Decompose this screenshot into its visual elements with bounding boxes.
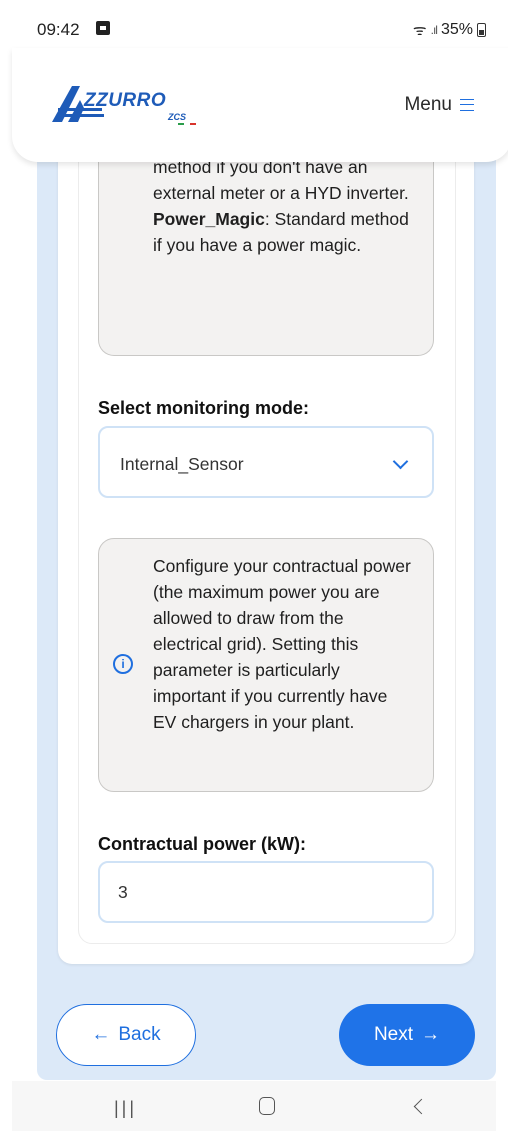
svg-text:ZCS: ZCS bbox=[167, 112, 186, 122]
home-icon[interactable] bbox=[259, 1097, 275, 1115]
battery-percent: 35% bbox=[440, 21, 473, 38]
app-header: ZZURRO ZCS Menu bbox=[12, 48, 508, 162]
azzurro-logo[interactable]: ZZURRO ZCS bbox=[50, 78, 210, 128]
status-time: 09:42 bbox=[37, 20, 80, 39]
status-indicators: ᯤ .ıl 35% bbox=[413, 20, 486, 40]
system-back-icon[interactable] bbox=[413, 1098, 430, 1115]
contractual-power-input[interactable] bbox=[98, 861, 434, 923]
gallery-icon bbox=[96, 21, 110, 35]
contractual-power-info-box: i Configure your contractual power (the … bbox=[98, 538, 434, 792]
signal-icon: .ıl bbox=[430, 23, 438, 37]
status-bar: 09:42 ᯤ .ıl 35% bbox=[12, 8, 496, 48]
monitoring-info-text: method if you don't have an external met… bbox=[153, 154, 415, 258]
monitoring-mode-select[interactable]: Internal_Sensor bbox=[98, 426, 434, 498]
power-magic-option-name: Power_Magic bbox=[153, 209, 265, 229]
wifi-icon: ᯤ bbox=[412, 22, 427, 39]
back-button[interactable]: ← Back bbox=[56, 1004, 196, 1066]
next-button[interactable]: Next → bbox=[339, 1004, 475, 1066]
menu-label: Menu bbox=[404, 94, 452, 115]
system-nav-bar: ||| bbox=[12, 1081, 496, 1131]
next-button-label: Next bbox=[373, 1024, 414, 1045]
info-icon: i bbox=[113, 654, 133, 674]
monitoring-info-line1: method if you don't have an external met… bbox=[153, 157, 409, 203]
battery-icon bbox=[477, 23, 486, 37]
arrow-right-icon: → bbox=[421, 1024, 441, 1045]
chevron-down-icon bbox=[392, 453, 409, 470]
contractual-power-info-text: Configure your contractual power (the ma… bbox=[153, 556, 411, 732]
arrow-left-icon: ← bbox=[91, 1024, 111, 1045]
hamburger-icon bbox=[460, 99, 474, 111]
recents-icon[interactable]: ||| bbox=[114, 1098, 137, 1119]
contractual-power-label: Contractual power (kW): bbox=[98, 834, 307, 854]
back-button-label: Back bbox=[118, 1024, 161, 1045]
monitoring-mode-label: Select monitoring mode: bbox=[98, 398, 310, 418]
svg-text:ZZURRO: ZZURRO bbox=[83, 90, 166, 111]
monitoring-mode-value: Internal_Sensor bbox=[120, 454, 244, 474]
menu-button[interactable]: Menu bbox=[404, 94, 474, 116]
